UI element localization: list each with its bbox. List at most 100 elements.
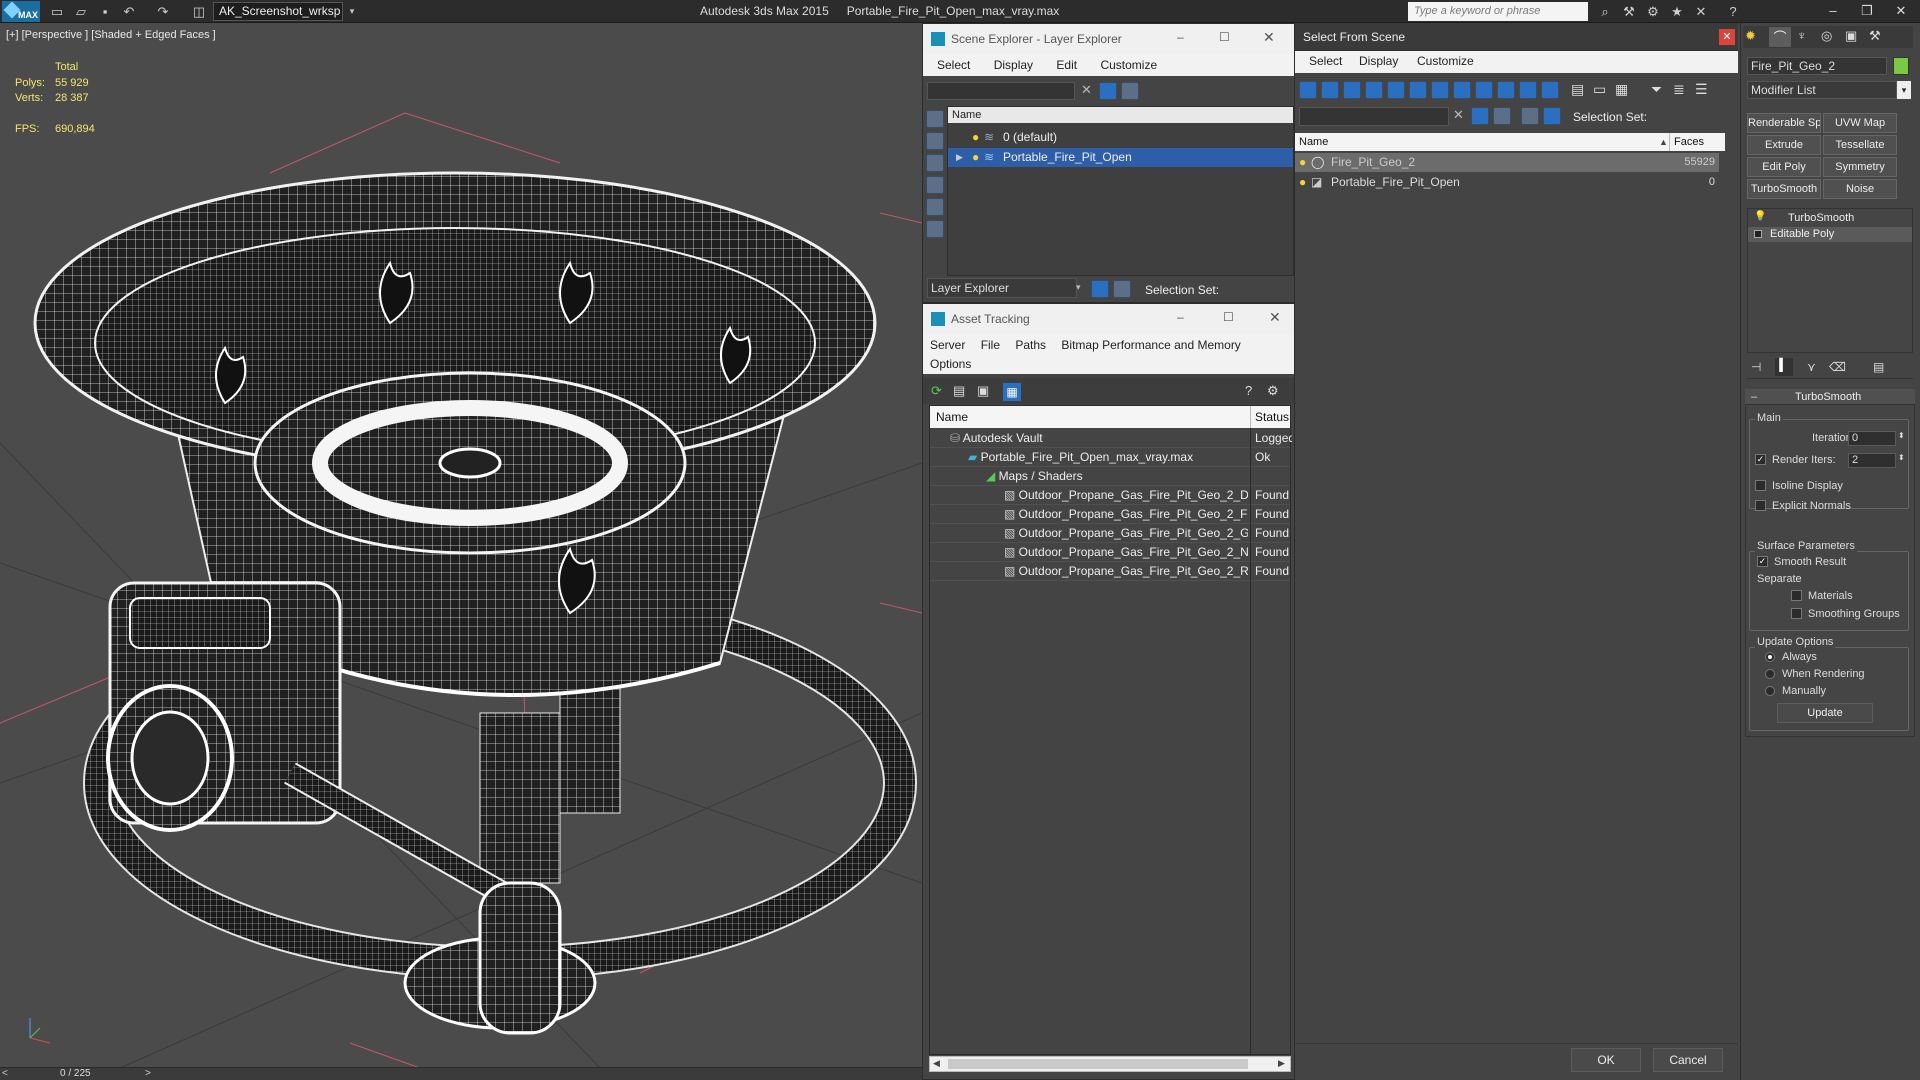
display-tab-icon[interactable]: ▣ bbox=[1845, 28, 1857, 44]
sfs-hierarchy-icon[interactable] bbox=[1543, 107, 1561, 125]
lightbulb-icon[interactable]: ● bbox=[972, 148, 979, 167]
render-iters-spinner[interactable]: 2 bbox=[1848, 453, 1896, 468]
asset-row-vault[interactable]: ⛁ Autodesk Vault Logged bbox=[930, 429, 1292, 448]
se-tool-spacewarps-icon[interactable] bbox=[926, 220, 944, 238]
filter-helpers-icon[interactable] bbox=[1387, 81, 1405, 99]
filter-hidden-icon[interactable] bbox=[1541, 81, 1559, 99]
layer-row-default[interactable]: ● ≋ 0 (default) bbox=[948, 128, 1293, 147]
viewport-label[interactable]: [+] [Perspective ] [Shaded + Edged Faces… bbox=[6, 29, 216, 41]
sfs-filter-icon[interactable] bbox=[1471, 107, 1489, 125]
asset-row-map[interactable]: ▧ Outdoor_Propane_Gas_Fire_Pit_Geo_2_Dif… bbox=[930, 486, 1290, 505]
layers-mode-icon[interactable] bbox=[1091, 280, 1109, 298]
asset-horizontal-scrollbar[interactable]: ◀ ▶ bbox=[929, 1056, 1291, 1072]
when-rendering-radio[interactable] bbox=[1765, 669, 1775, 679]
asset-row-maps[interactable]: ◢ Maps / Shaders bbox=[930, 467, 1290, 486]
at-settings-icon[interactable]: ⚙ bbox=[1267, 383, 1279, 399]
modifier-btn-renderable-spline[interactable]: Renderable Spline bbox=[1747, 113, 1821, 133]
sfs-options-icon[interactable]: ☰ bbox=[1695, 81, 1708, 98]
cancel-button[interactable]: Cancel bbox=[1653, 1048, 1723, 1072]
at-col-name[interactable]: Name bbox=[936, 406, 968, 428]
se-minimize-icon[interactable]: – bbox=[1177, 30, 1184, 44]
sort-arrow-icon[interactable]: ▲ bbox=[1659, 133, 1668, 151]
modifier-btn-symmetry[interactable]: Symmetry bbox=[1823, 157, 1897, 177]
hierarchy-tab-icon[interactable]: ♆ bbox=[1797, 28, 1807, 43]
smoothing-groups-checkbox[interactable] bbox=[1791, 608, 1802, 619]
lightbulb-icon[interactable]: ● bbox=[972, 128, 979, 147]
asset-row-max-file[interactable]: ▰ Portable_Fire_Pit_Open_max_vray.max Ok bbox=[930, 448, 1290, 467]
sfs-menu-customize[interactable]: Customize bbox=[1417, 54, 1474, 68]
se-menu-edit[interactable]: Edit bbox=[1056, 58, 1077, 72]
se-tool-helpers-icon[interactable] bbox=[926, 198, 944, 216]
favorites-icon[interactable]: ★ bbox=[1668, 3, 1686, 20]
scroll-thumb[interactable] bbox=[948, 1059, 1248, 1069]
asset-row-map[interactable]: ▧ Outdoor_Propane_Gas_Fire_Pit_Geo_2_N..… bbox=[930, 543, 1290, 562]
modifier-btn-extrude[interactable]: Extrude bbox=[1747, 135, 1821, 155]
sfs-search-field[interactable] bbox=[1299, 107, 1449, 126]
se-menu-select[interactable]: Select bbox=[937, 58, 970, 72]
tree-view-icon[interactable]: ▣ bbox=[977, 383, 989, 399]
asset-row-map[interactable]: ▧ Outdoor_Propane_Gas_Fire_Pit_Geo_2_Fr.… bbox=[930, 505, 1290, 524]
filter-frozen-icon[interactable] bbox=[1519, 81, 1537, 99]
time-slider[interactable]: < 0 / 225 > bbox=[0, 1067, 922, 1080]
sfs-close-icon[interactable]: ✕ bbox=[1719, 29, 1735, 45]
show-end-result-icon[interactable]: ▍ bbox=[1775, 358, 1793, 376]
sfs-clear-icon[interactable]: ✕ bbox=[1453, 107, 1464, 123]
make-unique-icon[interactable]: ⋎ bbox=[1807, 360, 1816, 374]
modifier-btn-noise[interactable]: Noise bbox=[1823, 179, 1897, 199]
lightbulb-icon[interactable]: ● bbox=[1299, 153, 1306, 172]
display-all-icon[interactable]: ▤ bbox=[1571, 81, 1584, 98]
filter-xrefs-icon[interactable] bbox=[1453, 81, 1471, 99]
filter-cameras-icon[interactable] bbox=[1365, 81, 1383, 99]
filter-geometry-icon[interactable] bbox=[1299, 81, 1317, 99]
materials-checkbox[interactable] bbox=[1791, 590, 1802, 601]
sfs-menu-display[interactable]: Display bbox=[1359, 54, 1398, 68]
display-invert-icon[interactable]: ▦ bbox=[1615, 81, 1628, 98]
sfs-filter-funnel-icon[interactable]: ⏷ bbox=[1651, 81, 1662, 98]
iterations-spinner[interactable]: 0 bbox=[1848, 431, 1896, 446]
sfs-row-fire-pit-open[interactable]: ● ◪ Portable_Fire_Pit_Open 0 bbox=[1295, 173, 1719, 192]
tools-icon[interactable]: ⚒ bbox=[1620, 3, 1638, 20]
display-none-icon[interactable]: ▭ bbox=[1593, 81, 1606, 98]
at-menu-bitmap[interactable]: Bitmap Performance and Memory bbox=[1061, 338, 1240, 352]
modifier-btn-edit-poly[interactable]: Edit Poly bbox=[1747, 157, 1821, 177]
se-filter-icon[interactable] bbox=[1099, 82, 1117, 100]
lightbulb-icon[interactable]: ● bbox=[1299, 173, 1306, 192]
asset-row-map[interactable]: ▧ Outdoor_Propane_Gas_Fire_Pit_Geo_2_Re.… bbox=[930, 562, 1290, 581]
minimize-icon[interactable]: – bbox=[1816, 0, 1850, 22]
ok-button[interactable]: OK bbox=[1571, 1048, 1641, 1072]
search-input[interactable]: Type a keyword or phrase bbox=[1408, 2, 1588, 21]
refresh-icon[interactable]: ⟳ bbox=[931, 383, 942, 399]
close-icon[interactable]: ✕ bbox=[1884, 0, 1918, 22]
explorer-type-dropdown[interactable]: Layer Explorer bbox=[927, 278, 1077, 298]
always-radio[interactable] bbox=[1765, 652, 1775, 662]
save-icon[interactable]: ▪ bbox=[96, 3, 114, 20]
at-menu-paths[interactable]: Paths bbox=[1015, 338, 1046, 352]
redo-icon[interactable]: ↷ bbox=[154, 3, 172, 20]
se-tool-lights-icon[interactable] bbox=[926, 154, 944, 172]
table-view-icon[interactable]: ▦ bbox=[1003, 383, 1021, 401]
utilities-tab-icon[interactable]: ⚒ bbox=[1869, 28, 1881, 44]
render-iters-checkbox[interactable]: ✓ bbox=[1755, 454, 1766, 465]
at-minimize-icon[interactable]: – bbox=[1177, 310, 1184, 324]
rollout-collapse-icon[interactable]: – bbox=[1751, 391, 1757, 403]
binoculars-icon[interactable]: ⌕ bbox=[1596, 3, 1614, 20]
se-tool-cameras-icon[interactable] bbox=[926, 176, 944, 194]
filter-bones-icon[interactable] bbox=[1475, 81, 1493, 99]
modifier-btn-turbosmooth[interactable]: TurboSmooth bbox=[1747, 179, 1821, 199]
sfs-col-faces[interactable]: Faces bbox=[1669, 133, 1704, 151]
perspective-viewport[interactable]: [+] [Perspective ] [Shaded + Edged Faces… bbox=[0, 23, 922, 1068]
at-menu-server[interactable]: Server bbox=[930, 338, 965, 352]
modifier-list-dropdown[interactable]: Modifier List bbox=[1747, 81, 1897, 99]
expand-box-icon[interactable] bbox=[1754, 230, 1762, 238]
sfs-col-name[interactable]: Name bbox=[1299, 133, 1328, 151]
next-frame-icon[interactable]: > bbox=[145, 1068, 151, 1079]
sfs-layers-icon[interactable] bbox=[1521, 107, 1539, 125]
render-iters-spin-arrows-icon[interactable]: ⬍ bbox=[1898, 453, 1905, 462]
se-tool-shapes-icon[interactable] bbox=[926, 132, 944, 150]
se-menu-display[interactable]: Display bbox=[994, 58, 1033, 72]
at-menu-options[interactable]: Options bbox=[930, 357, 971, 371]
workspace-dropdown[interactable]: AK_Screenshot_wrksp bbox=[213, 2, 343, 21]
se-layers-icon[interactable] bbox=[1121, 82, 1139, 100]
asset-row-map[interactable]: ▧ Outdoor_Propane_Gas_Fire_Pit_Geo_2_Gl.… bbox=[930, 524, 1290, 543]
se-close-icon[interactable]: ✕ bbox=[1263, 29, 1275, 46]
